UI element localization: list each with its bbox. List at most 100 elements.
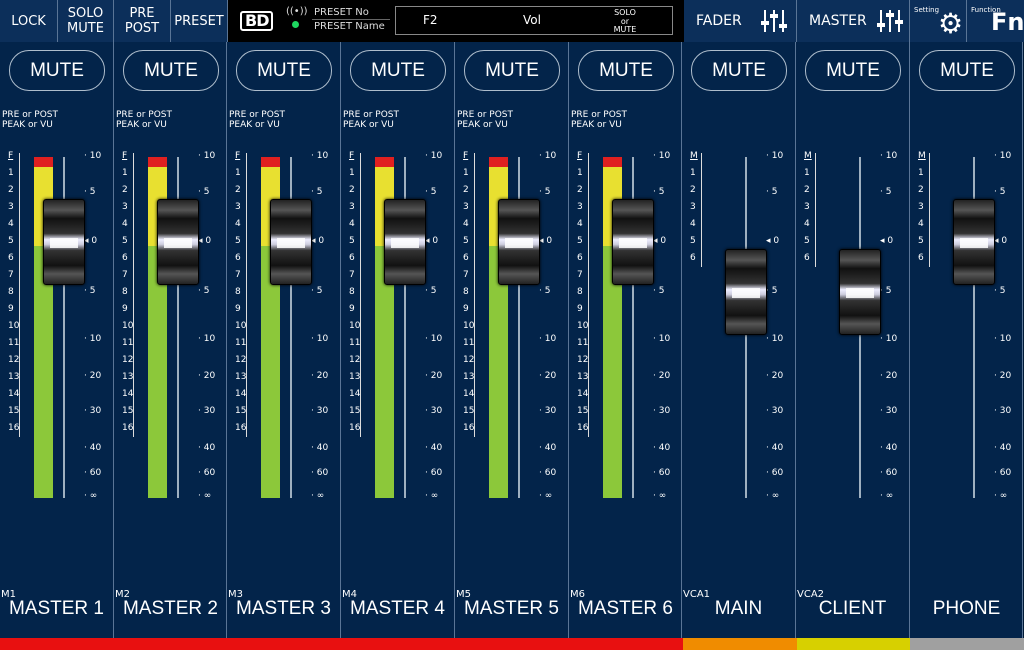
db-scale-label: · 30 xyxy=(311,406,329,416)
bd-logo: BD xyxy=(240,11,274,31)
channel-scale-label: 16 xyxy=(235,423,247,433)
channel-scale-label: 16 xyxy=(463,423,475,433)
channel-scale-label: 5 xyxy=(690,236,696,246)
channel-scale-label: 1 xyxy=(235,168,241,178)
db-scale-label: · 10 xyxy=(880,151,898,161)
channel-scale-label: 15 xyxy=(463,406,475,416)
fader-knob[interactable] xyxy=(953,199,995,285)
channel-scale-label: F xyxy=(577,151,583,161)
db-scale-label: · 5 xyxy=(766,286,778,296)
db-value: 10 xyxy=(430,334,443,344)
channel-strip: MUTE M 1 2 3 4 5 6 · 10 · 5 ◂ 0 · 5 · 10 · 20 · 30 · 40… xyxy=(910,42,1023,638)
channel-name[interactable]: MASTER 5 xyxy=(455,598,568,620)
channel-scale-label: 2 xyxy=(349,185,355,195)
fader-knob[interactable] xyxy=(839,249,881,335)
preset-button[interactable]: PRESET xyxy=(171,0,228,42)
fader-knob[interactable] xyxy=(612,199,654,285)
channel-scale-label: 8 xyxy=(235,287,241,297)
channel-scale-label: 7 xyxy=(235,270,241,280)
mute-button[interactable]: MUTE xyxy=(691,50,787,91)
db-scale-label: · 10 xyxy=(880,334,898,344)
db-value: 30 xyxy=(999,406,1012,416)
channel-scale-label: 6 xyxy=(918,253,924,263)
parameter-display[interactable]: F2 Vol SOLO or MUTE xyxy=(395,6,673,35)
meter-mode-label[interactable]: PRE or POST PEAK or VU xyxy=(229,110,285,130)
db-scale-label: · 60 xyxy=(539,468,557,478)
meter-mode-label[interactable]: PRE or POST PEAK or VU xyxy=(116,110,172,130)
fader-knob[interactable] xyxy=(157,199,199,285)
db-value: 10 xyxy=(885,151,898,161)
fader-knob[interactable] xyxy=(270,199,312,285)
db-value: 0 xyxy=(91,236,98,246)
channel-scale-label: M xyxy=(918,151,926,161)
meter-mode-label[interactable]: PRE or POST PEAK or VU xyxy=(457,110,513,130)
db-value: 30 xyxy=(544,406,557,416)
channel-name[interactable]: MASTER 3 xyxy=(227,598,340,620)
solo-mute-button[interactable]: SOLO MUTE xyxy=(58,0,114,42)
mute-button[interactable]: MUTE xyxy=(9,50,105,91)
fader-knob[interactable] xyxy=(43,199,85,285)
meter-mode-label[interactable]: PRE or POST PEAK or VU xyxy=(343,110,399,130)
channel-scale-label: 9 xyxy=(577,304,583,314)
mute-button[interactable]: MUTE xyxy=(123,50,219,91)
channel-scale-label: 10 xyxy=(577,321,589,331)
meter-mode-label[interactable]: PRE or POST PEAK or VU xyxy=(571,110,627,130)
db-scale-label: · 10 xyxy=(84,151,102,161)
channel-scale-label: 15 xyxy=(577,406,589,416)
db-value: 30 xyxy=(430,406,443,416)
channel-strip: MUTE PRE or POST PEAK or VU F 1 2 3 4 5 6 7 8 9 10 11… xyxy=(227,42,341,638)
channel-name[interactable]: PHONE xyxy=(910,598,1023,620)
channel-scale-label: 2 xyxy=(577,185,583,195)
mute-button[interactable]: MUTE xyxy=(578,50,674,91)
fader-knob[interactable] xyxy=(725,249,767,335)
pre-post-button[interactable]: PRE POST xyxy=(114,0,171,42)
meter-peak-segment xyxy=(489,157,508,167)
channel-scale-label: 15 xyxy=(122,406,134,416)
meter-mode-label[interactable]: PRE or POST PEAK or VU xyxy=(2,110,58,130)
mute-button[interactable]: MUTE xyxy=(350,50,446,91)
channel-scale-label: 6 xyxy=(122,253,128,263)
lock-button[interactable]: LOCK xyxy=(0,0,58,42)
channel-scale-label: 2 xyxy=(804,185,810,195)
db-scale-label: ◂ 0 xyxy=(425,236,439,246)
db-scale-label: · 5 xyxy=(198,187,210,197)
channel-name[interactable]: MASTER 1 xyxy=(0,598,113,620)
mute-button[interactable]: MUTE xyxy=(805,50,901,91)
db-value: 30 xyxy=(203,406,216,416)
mute-button[interactable]: MUTE xyxy=(464,50,560,91)
mute-button[interactable]: MUTE xyxy=(919,50,1015,91)
db-scale-label: · 20 xyxy=(311,371,329,381)
fader-knob[interactable] xyxy=(384,199,426,285)
channel-scale-label: 7 xyxy=(8,270,14,280)
fader-knob[interactable] xyxy=(498,199,540,285)
channel-name[interactable]: MASTER 6 xyxy=(569,598,682,620)
channel-scale-label: 10 xyxy=(463,321,475,331)
db-value: 60 xyxy=(658,468,671,478)
meter-peak-segment xyxy=(148,157,167,167)
channel-scale-label: 5 xyxy=(235,236,241,246)
mute-button[interactable]: MUTE xyxy=(236,50,332,91)
fader-button[interactable]: FADER xyxy=(684,0,797,42)
db-scale-label: · 20 xyxy=(198,371,216,381)
channel-name[interactable]: MASTER 2 xyxy=(114,598,227,620)
meter-peak-segment xyxy=(375,157,394,167)
channel-name[interactable]: MASTER 4 xyxy=(341,598,454,620)
channel-scale-label: F xyxy=(463,151,469,161)
channel-name[interactable]: CLIENT xyxy=(796,598,909,620)
channel-scale-label: 8 xyxy=(463,287,469,297)
channel-scale-label: 10 xyxy=(349,321,361,331)
preset-name-label: PRESET Name xyxy=(314,21,385,32)
db-value: 40 xyxy=(658,443,671,453)
db-scale-label: · 5 xyxy=(880,187,892,197)
top-toolbar: LOCK SOLO MUTE PRE POST PRESET BD ((•)) … xyxy=(0,0,1024,42)
db-value: 60 xyxy=(544,468,557,478)
db-value: ∞ xyxy=(89,491,98,501)
db-scale-label: · 40 xyxy=(198,443,216,453)
db-value: 5 xyxy=(316,286,323,296)
channel-scale-label: 16 xyxy=(577,423,589,433)
channel-name[interactable]: MAIN xyxy=(682,598,795,620)
db-scale-label: · 5 xyxy=(539,286,551,296)
channel-scale-label: F xyxy=(235,151,241,161)
db-scale-label: · ∞ xyxy=(880,491,894,501)
master-button[interactable]: MASTER xyxy=(797,0,910,42)
